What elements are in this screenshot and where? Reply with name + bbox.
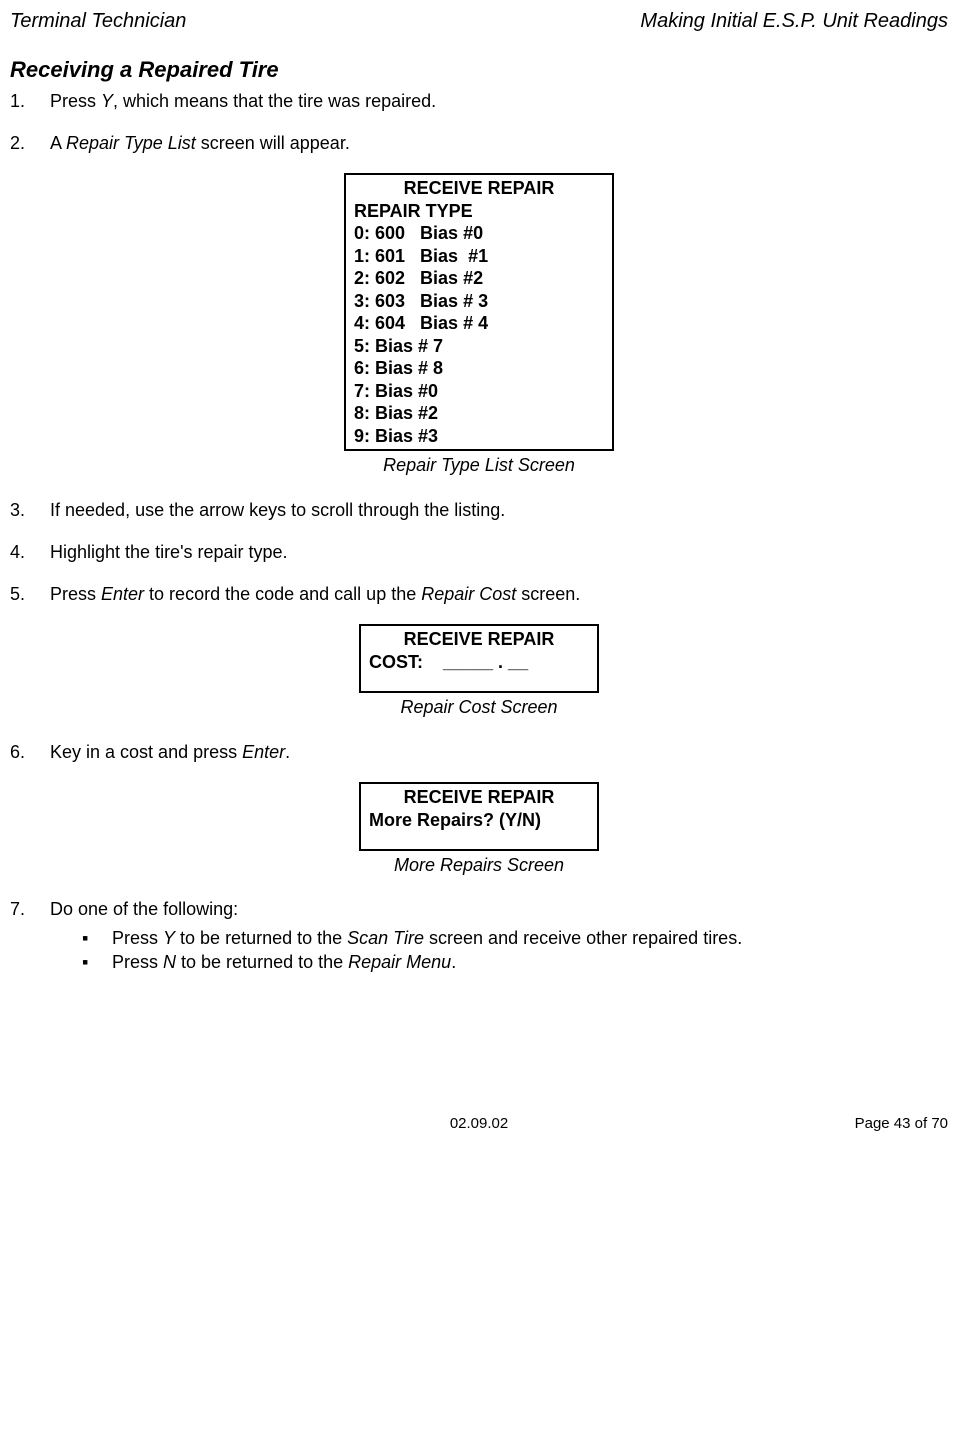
- step-number: 6.: [10, 740, 50, 764]
- cost-line: COST: _____ . __: [369, 651, 589, 674]
- list-item: ▪ Press Y to be returned to the Scan Tir…: [82, 926, 948, 950]
- text: Do one of the following:: [50, 897, 948, 921]
- footer-left: [10, 1114, 323, 1134]
- screen-name: Scan Tire: [347, 928, 424, 948]
- step-number: 2.: [10, 131, 50, 155]
- text: to record the code and call up the: [144, 584, 421, 604]
- screen-box: RECEIVE REPAIR REPAIR TYPE 0: 600 Bias #…: [344, 173, 614, 451]
- footer-page: Page 43 of 70: [635, 1114, 948, 1134]
- square-bullet-icon: ▪: [82, 950, 112, 974]
- page-header: Terminal Technician Making Initial E.S.P…: [10, 8, 948, 35]
- list-item: 7: Bias #0: [354, 380, 604, 403]
- square-bullet-icon: ▪: [82, 926, 112, 950]
- text: , which means that the tire was repaired…: [113, 91, 436, 111]
- list-item: 0: 600 Bias #0: [354, 222, 604, 245]
- step-number: 3.: [10, 498, 50, 522]
- step-number: 1.: [10, 89, 50, 113]
- step-body: If needed, use the arrow keys to scroll …: [50, 498, 948, 522]
- header-right: Making Initial E.S.P. Unit Readings: [640, 8, 948, 35]
- text: screen and receive other repaired tires.: [424, 928, 742, 948]
- step-number: 4.: [10, 540, 50, 564]
- screen-caption: Repair Cost Screen: [10, 695, 948, 719]
- step-5: 5. Press Enter to record the code and ca…: [10, 582, 948, 606]
- step-body: A Repair Type List screen will appear.: [50, 131, 948, 155]
- text: .: [285, 742, 290, 762]
- text: to be returned to the: [175, 928, 347, 948]
- page-footer: 02.09.02 Page 43 of 70: [10, 1114, 948, 1134]
- list-item: 6: Bias # 8: [354, 357, 604, 380]
- key-enter: Enter: [242, 742, 285, 762]
- repair-cost-screen: RECEIVE REPAIR COST: _____ . __: [10, 624, 948, 693]
- step-number: 7.: [10, 897, 50, 974]
- key-enter: Enter: [101, 584, 144, 604]
- bullet-text: Press N to be returned to the Repair Men…: [112, 950, 456, 974]
- text: Key in a cost and press: [50, 742, 242, 762]
- list-item: 3: 603 Bias # 3: [354, 290, 604, 313]
- screen-title: RECEIVE REPAIR: [369, 786, 589, 809]
- step-body: Press Y, which means that the tire was r…: [50, 89, 948, 113]
- step-7: 7. Do one of the following: ▪ Press Y to…: [10, 897, 948, 974]
- text: Press: [50, 584, 101, 604]
- text: screen.: [516, 584, 580, 604]
- key-y: Y: [101, 91, 113, 111]
- step-number: 5.: [10, 582, 50, 606]
- list-item: ▪ Press N to be returned to the Repair M…: [82, 950, 948, 974]
- bullet-text: Press Y to be returned to the Scan Tire …: [112, 926, 742, 950]
- repair-type-screen: RECEIVE REPAIR REPAIR TYPE 0: 600 Bias #…: [10, 173, 948, 451]
- step-6: 6. Key in a cost and press Enter.: [10, 740, 948, 764]
- screen-name: Repair Menu: [348, 952, 451, 972]
- more-repairs-screen: RECEIVE REPAIR More Repairs? (Y/N): [10, 782, 948, 851]
- screen-name: Repair Cost: [421, 584, 516, 604]
- screen-box: RECEIVE REPAIR More Repairs? (Y/N): [359, 782, 599, 851]
- text: A: [50, 133, 66, 153]
- screen-subtitle: REPAIR TYPE: [354, 200, 604, 223]
- step-4: 4. Highlight the tire's repair type.: [10, 540, 948, 564]
- screen-name: Repair Type List: [66, 133, 196, 153]
- key-y: Y: [163, 928, 175, 948]
- step-body: Press Enter to record the code and call …: [50, 582, 948, 606]
- list-item: 9: Bias #3: [354, 425, 604, 448]
- screen-caption: More Repairs Screen: [10, 853, 948, 877]
- screen-caption: Repair Type List Screen: [10, 453, 948, 477]
- text: screen will appear.: [196, 133, 350, 153]
- list-item: 1: 601 Bias #1: [354, 245, 604, 268]
- text: to be returned to the: [176, 952, 348, 972]
- header-left: Terminal Technician: [10, 8, 186, 35]
- list-item: 4: 604 Bias # 4: [354, 312, 604, 335]
- text: Press: [112, 952, 163, 972]
- step-body: Key in a cost and press Enter.: [50, 740, 948, 764]
- step-1: 1. Press Y, which means that the tire wa…: [10, 89, 948, 113]
- section-heading: Receiving a Repaired Tire: [10, 55, 948, 85]
- text: Press: [50, 91, 101, 111]
- step-3: 3. If needed, use the arrow keys to scro…: [10, 498, 948, 522]
- list-item: 5: Bias # 7: [354, 335, 604, 358]
- screen-box: RECEIVE REPAIR COST: _____ . __: [359, 624, 599, 693]
- step-body: Highlight the tire's repair type.: [50, 540, 948, 564]
- text: Press: [112, 928, 163, 948]
- text: .: [451, 952, 456, 972]
- bullet-list: ▪ Press Y to be returned to the Scan Tir…: [50, 926, 948, 975]
- question-line: More Repairs? (Y/N): [369, 809, 589, 832]
- footer-date: 02.09.02: [323, 1114, 636, 1134]
- list-item: 8: Bias #2: [354, 402, 604, 425]
- list-item: 2: 602 Bias #2: [354, 267, 604, 290]
- step-2: 2. A Repair Type List screen will appear…: [10, 131, 948, 155]
- screen-title: RECEIVE REPAIR: [354, 177, 604, 200]
- step-body: Do one of the following: ▪ Press Y to be…: [50, 897, 948, 974]
- screen-title: RECEIVE REPAIR: [369, 628, 589, 651]
- key-n: N: [163, 952, 176, 972]
